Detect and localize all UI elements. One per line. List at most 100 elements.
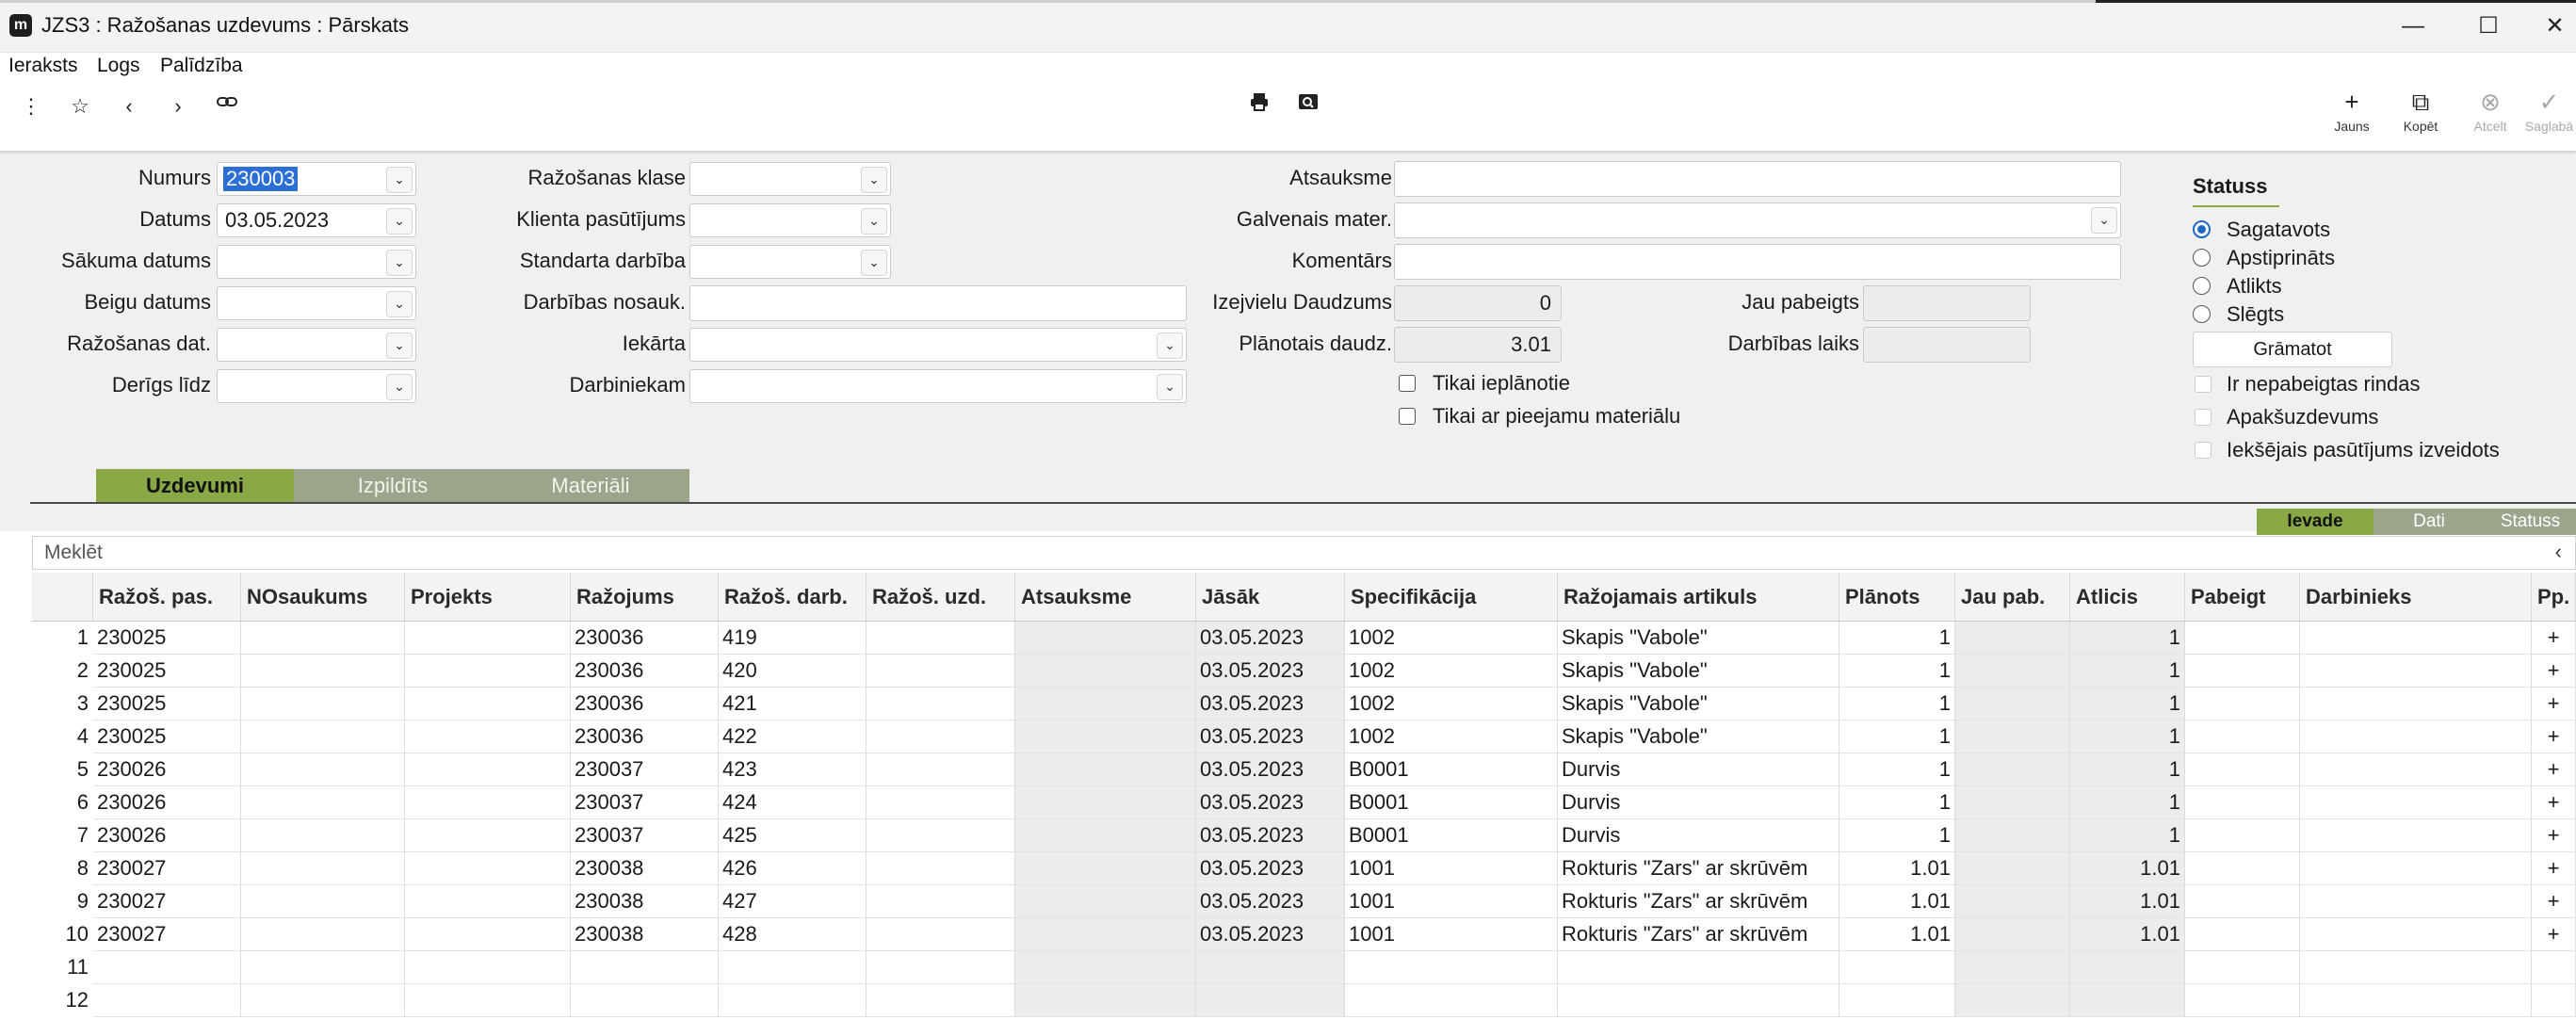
derigs-lidz-field[interactable]: ⌄ <box>217 369 416 403</box>
cell-razos-uzd[interactable] <box>867 819 1015 852</box>
cell-atlicis[interactable]: 1 <box>2070 688 2185 720</box>
cell-nosaukums[interactable] <box>241 984 405 1017</box>
cell-nosaukums[interactable] <box>241 918 405 951</box>
header-pp[interactable]: Pp. <box>2532 573 2576 622</box>
tab-ievade[interactable]: Ievade <box>2257 509 2373 535</box>
cell-razojums[interactable]: 230038 <box>571 852 719 885</box>
chevron-down-icon[interactable]: ⌄ <box>861 167 887 193</box>
cell-razos-pas[interactable]: 230025 <box>93 688 241 720</box>
cell-pabeigt[interactable] <box>2185 885 2300 918</box>
cell-razojamais-artikuls[interactable]: Durvis <box>1558 819 1839 852</box>
cell-razojums[interactable] <box>571 951 719 984</box>
cell-projekts[interactable] <box>405 720 571 753</box>
standarta-darbiba-field[interactable]: ⌄ <box>689 245 891 279</box>
cell-darbinieks[interactable] <box>2300 753 2532 786</box>
copy-button[interactable]: ⧉ Kopēt <box>2388 89 2454 141</box>
header-darbinieks[interactable]: Darbinieks <box>2300 573 2532 622</box>
razosanas-dat-field[interactable]: ⌄ <box>217 328 416 362</box>
numurs-field[interactable]: 230003 ⌄ <box>217 162 416 196</box>
row-number[interactable]: 7 <box>32 819 89 852</box>
cell-nosaukums[interactable] <box>241 688 405 720</box>
cell-pp[interactable]: + <box>2532 918 2576 951</box>
cell-jasak[interactable]: 03.05.2023 <box>1196 720 1345 753</box>
cell-projekts[interactable] <box>405 655 571 688</box>
cell-atlicis[interactable]: 1 <box>2070 819 2185 852</box>
cell-atlicis[interactable]: 1 <box>2070 753 2185 786</box>
row-number[interactable]: 1 <box>32 622 89 655</box>
header-specifikacija[interactable]: Specifikācija <box>1345 573 1558 622</box>
cell-jasak[interactable]: 03.05.2023 <box>1196 819 1345 852</box>
cell-pabeigt[interactable] <box>2185 753 2300 786</box>
header-atlicis[interactable]: Atlicis <box>2070 573 2185 622</box>
cell-pabeigt[interactable] <box>2185 951 2300 984</box>
header-razojamais-artikuls[interactable]: Ražojamais artikuls <box>1558 573 1839 622</box>
cell-razos-pas[interactable]: 230026 <box>93 786 241 819</box>
cell-pp[interactable]: + <box>2532 720 2576 753</box>
cell-razojamais-artikuls[interactable]: Durvis <box>1558 786 1839 819</box>
cell-razos-darb[interactable]: 425 <box>719 819 867 852</box>
menu-ieraksts[interactable]: Ieraksts <box>8 55 78 77</box>
cell-specifikacija[interactable] <box>1345 984 1558 1017</box>
cell-pp[interactable]: + <box>2532 786 2576 819</box>
cell-darbinieks[interactable] <box>2300 984 2532 1017</box>
cell-jasak[interactable]: 03.05.2023 <box>1196 753 1345 786</box>
cell-planots[interactable]: 1.01 <box>1839 852 1955 885</box>
back-icon[interactable]: ‹ <box>113 90 145 122</box>
cell-jau-pab[interactable] <box>1955 786 2070 819</box>
menu-logs[interactable]: Logs <box>97 55 140 77</box>
cell-pp[interactable]: + <box>2532 622 2576 655</box>
row-number[interactable]: 2 <box>32 655 89 688</box>
sakuma-datums-field[interactable]: ⌄ <box>217 245 416 279</box>
tikai-ar-pieejamu-checkbox[interactable] <box>1399 408 1416 425</box>
tab-uzdevumi[interactable]: Uzdevumi <box>96 469 294 503</box>
cell-razos-uzd[interactable] <box>867 852 1015 885</box>
row-number[interactable]: 3 <box>32 688 89 720</box>
cell-razojums[interactable]: 230038 <box>571 885 719 918</box>
tab-dati[interactable]: Dati <box>2373 509 2485 535</box>
cell-pp[interactable]: + <box>2532 688 2576 720</box>
cell-razos-uzd[interactable] <box>867 655 1015 688</box>
cancel-button[interactable]: ⊗ Atcelt <box>2457 89 2523 141</box>
new-button[interactable]: + Jauns <box>2319 89 2385 141</box>
cell-razojamais-artikuls[interactable]: Rokturis "Zars" ar skrūvēm <box>1558 885 1839 918</box>
atsauksme-field[interactable] <box>1394 161 2121 197</box>
cell-jau-pab[interactable] <box>1955 819 2070 852</box>
cell-razos-uzd[interactable] <box>867 885 1015 918</box>
chevron-down-icon[interactable]: ⌄ <box>386 291 413 317</box>
cell-jau-pab[interactable] <box>1955 622 2070 655</box>
cell-specifikacija[interactable]: B0001 <box>1345 786 1558 819</box>
cell-razojums[interactable] <box>571 984 719 1017</box>
cell-atsauksme[interactable] <box>1015 720 1196 753</box>
cell-projekts[interactable] <box>405 951 571 984</box>
cell-projekts[interactable] <box>405 885 571 918</box>
cell-razojums[interactable]: 230037 <box>571 786 719 819</box>
cell-atlicis[interactable]: 1 <box>2070 622 2185 655</box>
cell-atlicis[interactable] <box>2070 984 2185 1017</box>
cell-razos-uzd[interactable] <box>867 688 1015 720</box>
cell-razojums[interactable]: 230036 <box>571 720 719 753</box>
cell-razojamais-artikuls[interactable]: Durvis <box>1558 753 1839 786</box>
cell-specifikacija[interactable]: 1002 <box>1345 720 1558 753</box>
chevron-down-icon[interactable]: ⌄ <box>386 208 413 235</box>
save-button[interactable]: ✓ Saglabā <box>2522 89 2576 141</box>
beigu-datums-field[interactable]: ⌄ <box>217 286 416 320</box>
cell-projekts[interactable] <box>405 786 571 819</box>
cell-pabeigt[interactable] <box>2185 819 2300 852</box>
cell-jau-pab[interactable] <box>1955 885 2070 918</box>
cell-planots[interactable] <box>1839 984 1955 1017</box>
menu-palidziba[interactable]: Palīdzība <box>160 55 243 77</box>
cell-projekts[interactable] <box>405 622 571 655</box>
cell-atlicis[interactable]: 1 <box>2070 655 2185 688</box>
cell-razos-pas[interactable]: 230025 <box>93 655 241 688</box>
cell-razos-darb[interactable]: 426 <box>719 852 867 885</box>
cell-razos-uzd[interactable] <box>867 720 1015 753</box>
cell-razos-uzd[interactable] <box>867 984 1015 1017</box>
cell-razos-pas[interactable] <box>93 984 241 1017</box>
cell-razos-uzd[interactable] <box>867 918 1015 951</box>
cell-atsauksme[interactable] <box>1015 918 1196 951</box>
cell-nosaukums[interactable] <box>241 852 405 885</box>
row-number[interactable]: 11 <box>32 951 89 984</box>
cell-pp[interactable] <box>2532 984 2576 1017</box>
cell-pabeigt[interactable] <box>2185 984 2300 1017</box>
header-razos-pas[interactable]: Ražoš. pas. <box>93 573 241 622</box>
